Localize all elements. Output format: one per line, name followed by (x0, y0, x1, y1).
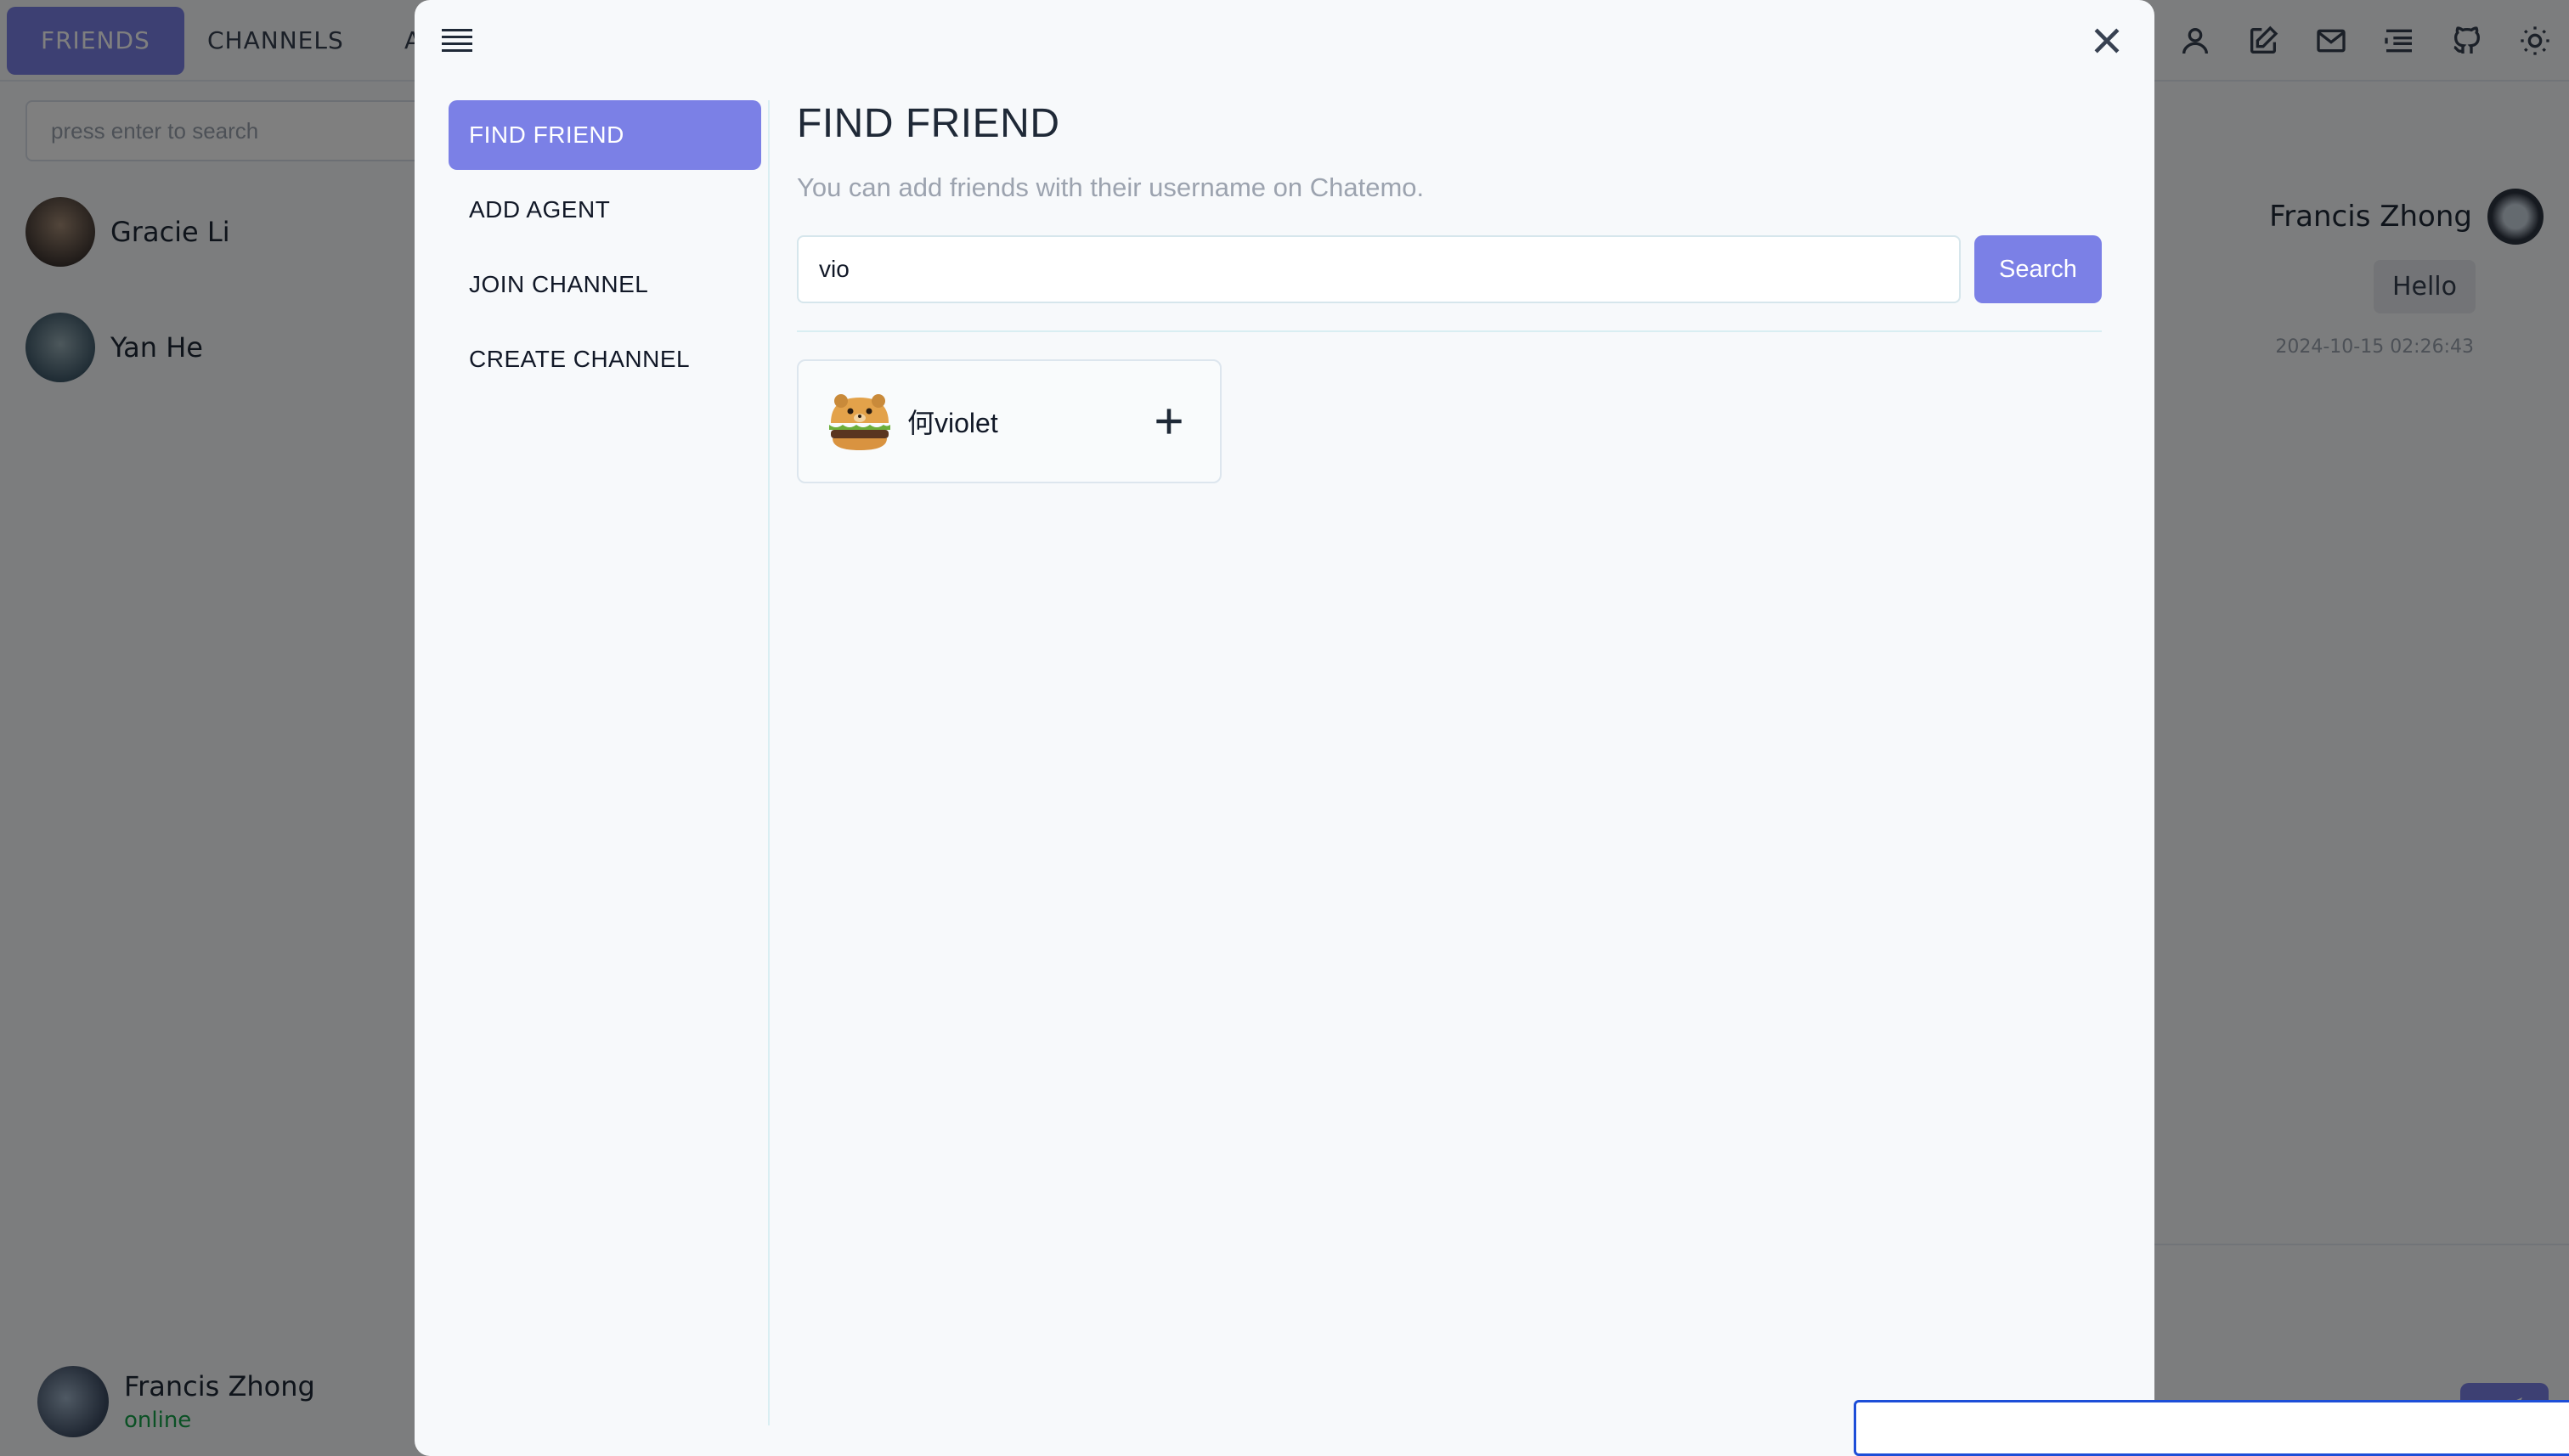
add-friend-button[interactable] (1150, 403, 1188, 440)
menu-join-channel[interactable]: JOIN CHANNEL (449, 250, 761, 319)
find-friend-panel: FIND FRIEND You can add friends with the… (797, 100, 2102, 483)
message-input[interactable] (1854, 1400, 2569, 1456)
close-icon (2094, 28, 2120, 54)
avatar (829, 394, 890, 450)
hamburger-menu-icon[interactable] (442, 27, 472, 53)
divider (768, 100, 770, 1425)
search-row: Search (797, 235, 2102, 303)
menu-add-agent[interactable]: ADD AGENT (449, 175, 761, 245)
search-button[interactable]: Search (1974, 235, 2102, 303)
result-username: 何violet (907, 408, 998, 438)
page-title: FIND FRIEND (797, 101, 1060, 146)
search-result-card: 何violet (797, 359, 1222, 483)
modal-side-menu: FIND FRIEND ADD AGENT JOIN CHANNEL CREAT… (449, 100, 761, 399)
page-subtitle: You can add friends with their username … (797, 172, 1425, 202)
menu-find-friend[interactable]: FIND FRIEND (449, 100, 761, 170)
username-search-input[interactable] (797, 235, 1961, 303)
menu-create-channel[interactable]: CREATE CHANNEL (449, 324, 761, 394)
plus-icon (1156, 409, 1182, 434)
divider (797, 330, 2102, 332)
close-button[interactable] (2088, 22, 2126, 59)
add-modal: FIND FRIEND ADD AGENT JOIN CHANNEL CREAT… (415, 0, 2154, 1456)
